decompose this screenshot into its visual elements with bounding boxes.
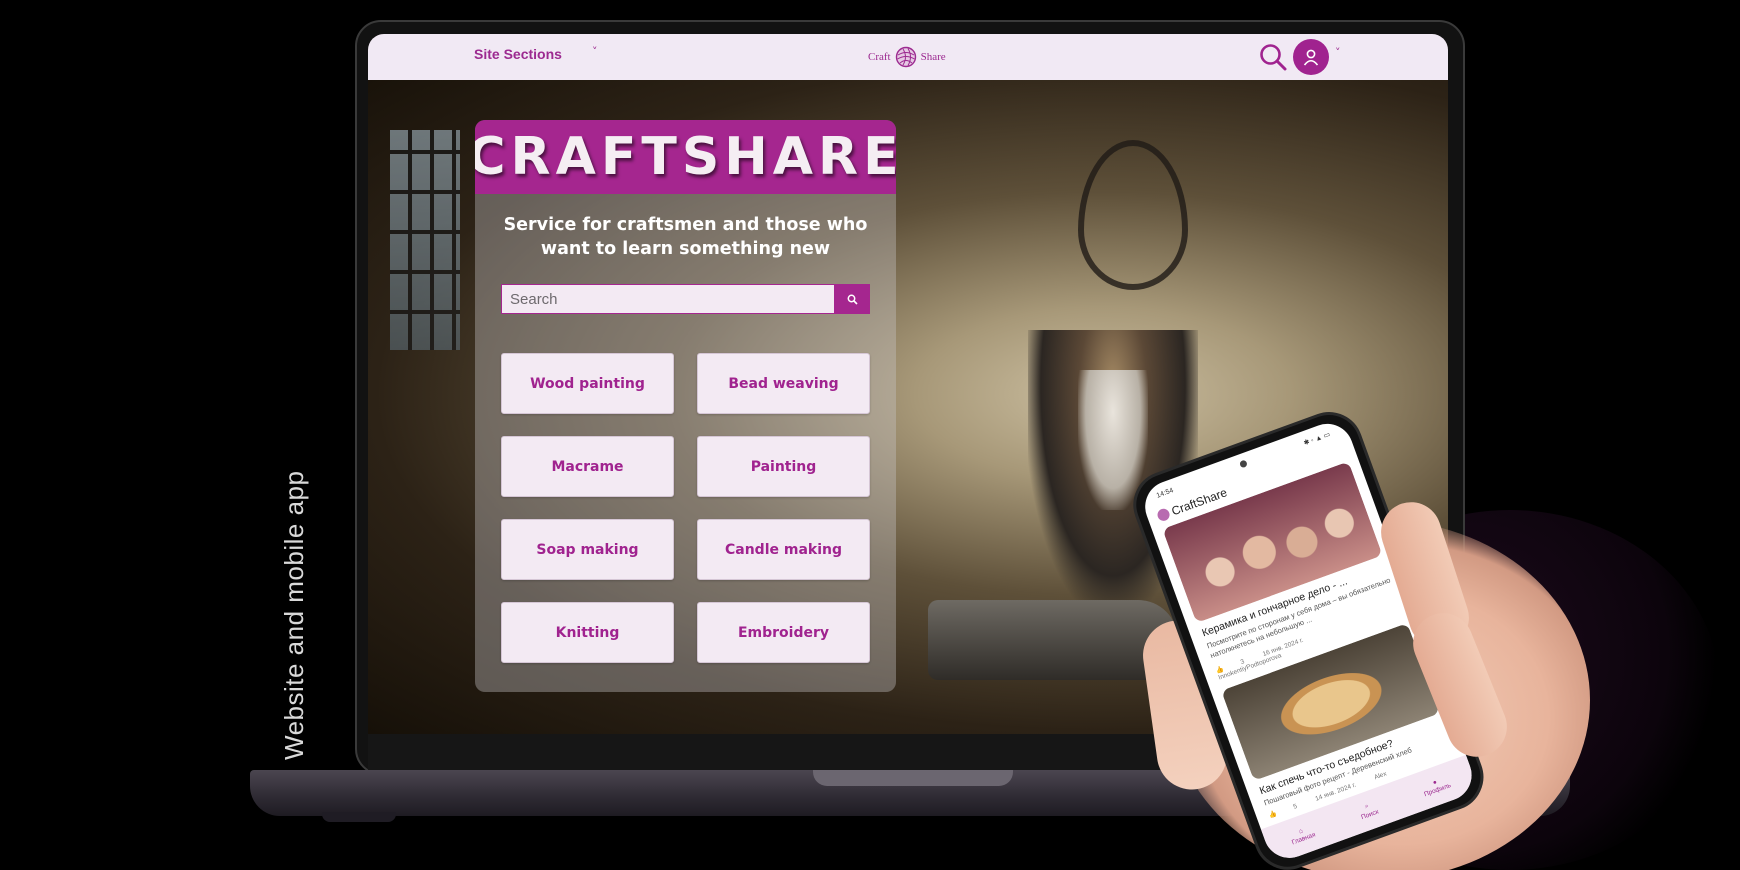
post-author: Alex xyxy=(1373,770,1388,782)
search-submit-button[interactable] xyxy=(835,284,870,314)
hero-panel: CRAFTSHARE Service for craftsmen and tho… xyxy=(475,120,896,692)
category-wood-painting[interactable]: Wood painting xyxy=(501,353,674,414)
site-logo[interactable]: Craft Share xyxy=(868,40,946,74)
category-embroidery[interactable]: Embroidery xyxy=(697,602,870,663)
search-icon xyxy=(847,294,858,305)
like-icon[interactable]: 👍 xyxy=(1268,810,1278,819)
side-caption: Website and mobile app xyxy=(279,470,309,760)
workshop-window xyxy=(390,130,460,350)
search-icon: ⌕ xyxy=(1363,802,1370,811)
laptop-foot xyxy=(322,812,396,822)
category-painting[interactable]: Painting xyxy=(697,436,870,497)
search-input[interactable] xyxy=(501,284,835,314)
laptop-notch xyxy=(813,770,1013,786)
category-soap-making[interactable]: Soap making xyxy=(501,519,674,580)
tab-search[interactable]: ⌕ Поиск xyxy=(1357,800,1379,821)
tab-search-label: Поиск xyxy=(1360,808,1380,822)
site-sections-menu[interactable]: Site Sections xyxy=(474,46,562,62)
anvil xyxy=(928,600,1178,680)
logo-text-left: Craft xyxy=(868,51,891,63)
chevron-down-icon[interactable]: ˅ xyxy=(1335,46,1341,59)
category-knitting[interactable]: Knitting xyxy=(501,602,674,663)
category-macrame[interactable]: Macrame xyxy=(501,436,674,497)
user-avatar[interactable] xyxy=(1293,39,1329,75)
logo-text-right: Share xyxy=(920,51,946,63)
tab-profile[interactable]: ● Профиль xyxy=(1420,774,1452,798)
site-header: Site Sections ˅ Craft Share ˅ xyxy=(368,34,1448,80)
yarn-ball-icon xyxy=(1155,507,1172,523)
chevron-down-icon[interactable]: ˅ xyxy=(592,45,598,58)
hero-subtitle: Service for craftsmen and those who want… xyxy=(503,215,868,259)
category-bead-weaving[interactable]: Bead weaving xyxy=(697,353,870,414)
user-icon xyxy=(1303,49,1319,66)
hero-title-bar: CRAFTSHARE xyxy=(475,120,896,194)
search-icon[interactable] xyxy=(1258,42,1288,72)
category-candle-making[interactable]: Candle making xyxy=(697,519,870,580)
status-icons: ✱ ◦ ▲ ▭ xyxy=(1302,431,1332,448)
tab-home[interactable]: ⌂ Главная xyxy=(1288,823,1317,846)
search-bar xyxy=(501,284,870,314)
like-count: 5 xyxy=(1292,802,1299,811)
camera-dot xyxy=(1238,459,1248,469)
wrought-iron-ornament xyxy=(1078,140,1188,290)
status-time: 14:54 xyxy=(1155,487,1175,500)
hero-title: CRAFTSHARE xyxy=(475,127,896,187)
yarn-ball-icon xyxy=(895,46,916,68)
post-image-bread[interactable] xyxy=(1221,622,1441,781)
